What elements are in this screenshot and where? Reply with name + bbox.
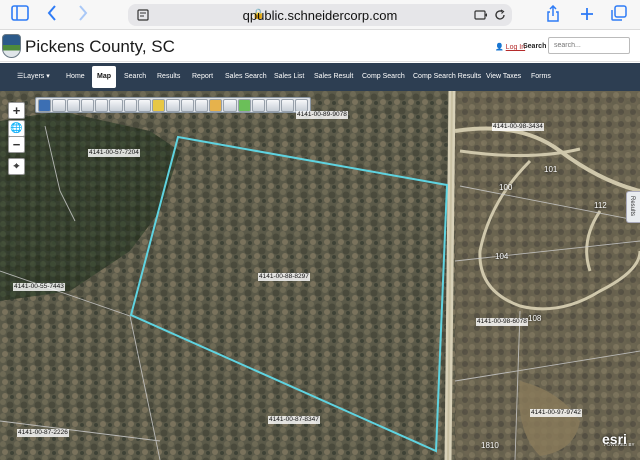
select-icon[interactable] (66, 99, 80, 112)
map-toolbar (35, 97, 311, 113)
parcel-label[interactable]: 4141-00-98-6078 (476, 318, 528, 326)
tabs-icon[interactable] (611, 5, 627, 25)
parcel-label[interactable]: 4141-00-57-7204 (88, 149, 140, 157)
parcel-label[interactable]: 4141-00-88-8297 (258, 273, 310, 281)
locate-icon[interactable]: ⌖ (8, 158, 25, 175)
address-number: 1810 (481, 441, 499, 450)
address-number: 100 (499, 183, 513, 192)
clear-icon[interactable] (266, 99, 280, 112)
chevron-left-icon[interactable] (45, 5, 59, 25)
login-link[interactable]: 👤 Log In (495, 43, 525, 51)
main-nav: ☰Layers ▾ Home Map Search Results Report… (0, 63, 640, 91)
nav-item-view-taxes[interactable]: View Taxes (486, 63, 521, 91)
address-number: 104 (495, 252, 509, 261)
caret-down-icon: ▾ (46, 73, 50, 80)
globe-icon[interactable]: 🌐 (8, 120, 25, 137)
address-bar[interactable]: 🔒 qpublic.schneidercorp.com (128, 4, 512, 26)
browser-toolbar: 🔒 qpublic.schneidercorp.com (0, 0, 640, 30)
sidebar-icon[interactable] (10, 5, 30, 25)
pencil-icon[interactable] (123, 99, 137, 112)
nav-item-map[interactable]: Map (92, 66, 116, 88)
grid-icon[interactable] (251, 99, 266, 112)
nav-item-comp-search-results[interactable]: Comp Search Results (413, 63, 481, 91)
draw-icon[interactable] (109, 99, 123, 112)
print-icon[interactable] (194, 99, 209, 112)
site-title[interactable]: Pickens County, SC (25, 37, 175, 57)
zoom-box-icon[interactable] (80, 99, 95, 112)
search-label: Search (523, 43, 547, 50)
plus-icon[interactable] (579, 5, 595, 25)
results-tab-label: Results (629, 196, 635, 217)
address-number: 101 (544, 165, 558, 174)
aerial-imagery (0, 91, 640, 460)
photo-icon[interactable] (209, 99, 223, 112)
user-icon: 👤 (495, 44, 504, 51)
nav-item-results[interactable]: Results (157, 63, 180, 91)
parcel-label[interactable]: 4141-00-97-9742 (530, 409, 582, 417)
nav-item-search[interactable]: Search (124, 63, 146, 91)
map-view[interactable]: + 🌐 − ⌖ Results 4141-00-89-9078 4141-00-… (0, 91, 640, 460)
parcel-label[interactable]: 4141-00-87-2226 (17, 429, 69, 437)
nav-item-forms[interactable]: Forms (531, 63, 551, 91)
nav-item-report[interactable]: Report (192, 63, 213, 91)
nav-item-comp-search[interactable]: Comp Search (362, 63, 405, 91)
translate-icon[interactable] (474, 5, 488, 25)
nav-item-sales-list[interactable]: Sales List (274, 63, 304, 91)
esri-logo: esri (602, 431, 627, 447)
user-icon[interactable] (280, 99, 294, 112)
results-side-tab[interactable]: Results (626, 191, 640, 223)
identify-icon[interactable] (38, 99, 52, 112)
parcel-label[interactable]: 4141-00-98-3434 (492, 123, 544, 131)
county-seal-logo[interactable] (2, 34, 21, 58)
nav-item-sales-search[interactable]: Sales Search (225, 63, 267, 91)
parcel-label[interactable]: 4141-00-55-7443 (13, 283, 65, 291)
polygon-icon[interactable] (137, 99, 152, 112)
search-icon[interactable] (223, 99, 237, 112)
pan-icon[interactable] (95, 99, 109, 112)
zoom-in-button[interactable]: + (8, 102, 25, 119)
measure-icon[interactable] (52, 99, 66, 112)
site-header: Pickens County, SC 👤 Log In Search (0, 31, 640, 62)
reload-icon[interactable] (493, 5, 507, 25)
parcel-label[interactable]: 4141-00-87-8347 (268, 416, 320, 424)
marker-icon[interactable] (152, 99, 166, 112)
map-icon[interactable] (180, 99, 194, 112)
parcel-label[interactable]: 4141-00-89-9078 (296, 111, 348, 119)
url-text: qpublic.schneidercorp.com (242, 8, 398, 23)
address-number: 108 (528, 314, 542, 323)
line-icon[interactable] (166, 99, 180, 112)
nav-item-layers[interactable]: ☰Layers ▾ (17, 63, 50, 91)
search-input[interactable] (548, 37, 630, 54)
nav-item-home[interactable]: Home (66, 63, 85, 91)
share-icon[interactable] (545, 4, 561, 25)
nav-item-label: Layers (23, 73, 45, 80)
nav-item-sales-result[interactable]: Sales Result (314, 63, 353, 91)
address-number: 112 (594, 201, 607, 210)
chevron-right-icon[interactable] (76, 5, 90, 25)
edit-icon[interactable] (237, 99, 251, 112)
zoom-out-button[interactable]: − (8, 136, 25, 153)
